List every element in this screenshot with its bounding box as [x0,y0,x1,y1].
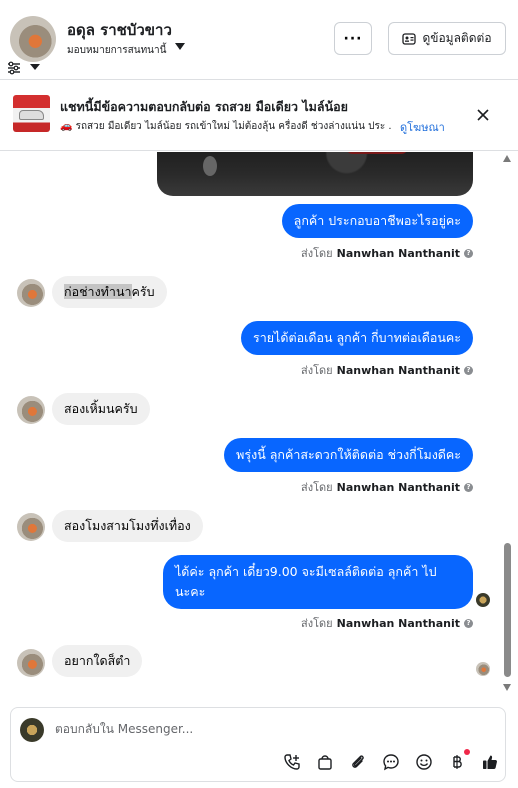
composer-toolbar [281,748,500,774]
message-outgoing: ลูกค้า ประกอบอาชีพอะไรอยู่คะ [281,204,473,238]
scroll-up-arrow[interactable] [503,155,511,162]
more-options-button[interactable]: ··· [334,22,372,55]
sent-by-prefix: ส่งโดย [301,481,333,494]
message-text: อยากใดส็ตำ [64,653,131,668]
message-incoming: ก่อช่างทำนาครับ [52,276,167,308]
message-text-line-2: นะคะ [175,584,206,599]
assign-conversation-dropdown[interactable]: มอบหมายการสนทนานี้ [67,43,166,58]
ad-subtitle: 🚗 รถสวย มือเดียว ไมล์น้อย รถเข้าใหม่ ไม่… [60,121,392,132]
contact-avatar[interactable] [10,16,56,62]
conversation-header: อดุล ราชบัวขาว มอบหมายการสนทนานี้ ··· ดู… [0,0,518,80]
sent-by-prefix: ส่งโดย [301,364,333,377]
message-highlight-text: ก่อช่างทำนา [64,284,132,299]
message-incoming: สองโมงสามโมงทึ่งเทื่อง [52,510,203,542]
contact-name: อดุล ราชบัวขาว [67,21,172,39]
assign-chevron-down-icon[interactable] [175,43,185,50]
contact-avatar-small [17,513,45,541]
thumbs-up-icon[interactable] [479,752,500,773]
shared-image[interactable] [157,152,473,196]
reply-input[interactable] [55,722,475,736]
read-receipt-avatar [476,662,490,676]
message-text: ลูกค้า ประกอบอาชีพอะไรอยู่คะ [293,213,461,228]
info-icon[interactable]: ? [464,248,473,258]
ad-title: แชทนี้มีข้อความตอบกลับต่อ รถสวย มือเดียว… [60,99,348,114]
message-thread: ลูกค้า ประกอบอาชีพอะไรอยู่คะ ส่งโดย Nanw… [0,152,500,698]
info-icon[interactable]: ? [464,482,473,492]
message-outgoing: รายได้ต่อเดือน ลูกค้า กี่บาทต่อเดือนคะ [241,321,473,355]
message-outgoing: ได้ค่ะ ลุกค้า เดี๋ยว9.00 จะมีเซลล์ติดต่อ… [163,555,473,609]
sent-by-label: ส่งโดย Nanwhan Nanthanit ? [301,478,473,496]
close-icon[interactable] [474,106,492,124]
message-incoming: สองเหิ้มนครับ [52,393,150,425]
contact-avatar-small [17,396,45,424]
baht-icon[interactable] [446,748,470,773]
phone-plus-icon[interactable] [281,752,302,773]
message-text: สองโมงสามโมงทึ่งเทื่อง [64,518,191,533]
message-text: รายได้ต่อเดือน ลูกค้า กี่บาทต่อเดือนคะ [253,330,461,345]
contact-card-icon [402,32,417,45]
info-icon[interactable]: ? [464,618,473,628]
sender-name: Nanwhan Nanthanit [336,480,460,494]
message-text: ครับ [131,284,155,299]
paperclip-icon[interactable] [347,752,368,773]
filter-sliders-icon[interactable] [6,60,22,76]
sent-by-label: ส่งโดย Nanwhan Nanthanit ? [301,244,473,262]
scroll-down-arrow[interactable] [503,684,511,691]
ad-thumbnail [13,95,50,132]
sender-name: Nanwhan Nanthanit [336,363,460,377]
seen-avatar [476,593,490,607]
message-text: พรุ่งนี้ ลุกค้าสะดวกให้ติดต่อ ช่วงกี่โมง… [236,447,461,462]
notification-dot [464,748,470,755]
view-ad-link[interactable]: ดูโฆษณา [400,118,445,136]
contact-avatar-small [17,649,45,677]
sent-by-label: ส่งโดย Nanwhan Nanthanit ? [301,614,473,632]
view-contact-label: ดูข้อมูลติดต่อ [422,31,492,45]
sender-name: Nanwhan Nanthanit [336,246,460,260]
message-text: สองเหิ้มนครับ [64,401,138,416]
info-icon[interactable]: ? [464,365,473,375]
contact-avatar-small [17,279,45,307]
page-avatar [20,718,44,742]
view-contact-button[interactable]: ดูข้อมูลติดต่อ [388,22,506,55]
chat-bubble-icon[interactable] [380,752,401,773]
filter-chevron-down-icon[interactable] [30,64,40,70]
ad-reply-banner: แชทนี้มีข้อความตอบกลับต่อ รถสวย มือเดียว… [0,81,518,151]
sent-by-prefix: ส่งโดย [301,247,333,260]
sender-name: Nanwhan Nanthanit [336,616,460,630]
sent-by-label: ส่งโดย Nanwhan Nanthanit ? [301,361,473,379]
scrollbar-thumb[interactable] [504,543,511,677]
message-composer [10,707,506,782]
smiley-icon[interactable] [413,752,434,773]
shopping-bag-icon[interactable] [314,752,335,773]
sent-by-prefix: ส่งโดย [301,617,333,630]
message-incoming: อยากใดส็ตำ [52,645,143,677]
message-text-line-1: ได้ค่ะ ลุกค้า เดี๋ยว9.00 จะมีเซลล์ติดต่อ… [175,564,437,579]
message-outgoing: พรุ่งนี้ ลุกค้าสะดวกให้ติดต่อ ช่วงกี่โมง… [224,438,473,472]
